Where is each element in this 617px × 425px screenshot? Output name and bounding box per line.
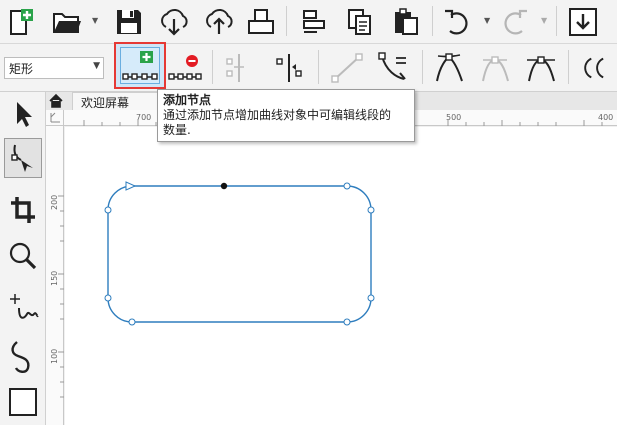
crop-tool-icon[interactable] xyxy=(4,190,42,230)
cusp-node-icon[interactable] xyxy=(432,50,466,86)
reverse-direction-icon[interactable] xyxy=(576,50,610,86)
ruler-label: 150 xyxy=(50,270,59,286)
align-icon[interactable] xyxy=(297,4,331,40)
undo-icon[interactable] xyxy=(440,4,474,40)
drawing-canvas[interactable] xyxy=(65,127,617,425)
ruler-label: 200 xyxy=(50,194,59,210)
shape-type-select[interactable]: 矩形 ▼ xyxy=(4,57,104,79)
save-icon[interactable] xyxy=(112,4,146,40)
to-curve-icon[interactable] xyxy=(376,50,410,86)
ruler-origin[interactable] xyxy=(46,110,64,126)
tooltip-body-line1: 通过添加节点增加曲线对象中可编辑线段的 xyxy=(163,108,392,122)
add-node-icon xyxy=(120,47,160,84)
vertical-ruler: 200 150 100 xyxy=(46,126,64,425)
chevron-down-icon[interactable]: ▼ xyxy=(92,16,98,25)
smooth-node-icon[interactable] xyxy=(478,50,512,86)
print-icon[interactable] xyxy=(244,4,278,40)
chevron-down-icon[interactable]: ▼ xyxy=(541,16,547,25)
ruler-label: 400 xyxy=(598,113,614,122)
add-node-button[interactable] xyxy=(114,42,166,89)
ruler-label: 700 xyxy=(136,113,152,122)
ruler-label: 500 xyxy=(446,113,462,122)
pick-tool-icon[interactable] xyxy=(4,94,42,134)
zoom-tool-icon[interactable] xyxy=(4,236,42,276)
tooltip-body-line2: 数量. xyxy=(163,123,191,137)
freehand-tool-icon[interactable] xyxy=(4,290,42,330)
delete-node-icon[interactable] xyxy=(168,50,202,86)
add-node-tooltip: 添加节点 通过添加节点增加曲线对象中可编辑线段的 数量. xyxy=(157,89,415,142)
open-folder-icon[interactable] xyxy=(50,4,84,40)
import-icon[interactable] xyxy=(157,4,191,40)
break-curve-icon[interactable] xyxy=(272,50,306,86)
home-icon[interactable] xyxy=(48,93,70,109)
shape-tool-icon[interactable] xyxy=(4,138,42,178)
paste-icon[interactable] xyxy=(389,4,423,40)
download-icon[interactable] xyxy=(566,4,600,40)
symmetric-node-icon[interactable] xyxy=(524,50,558,86)
new-document-icon[interactable] xyxy=(4,4,38,40)
standard-toolbar: ▼ ▼ ▼ xyxy=(0,0,617,44)
ruler-label: 100 xyxy=(50,348,59,364)
chevron-down-icon: ▼ xyxy=(93,61,100,71)
chevron-down-icon[interactable]: ▼ xyxy=(484,16,490,25)
tooltip-title: 添加节点 xyxy=(163,93,212,107)
tab-label: 欢迎屏幕 xyxy=(81,96,130,110)
bezier-tool-icon[interactable] xyxy=(4,336,42,376)
copy-icon[interactable] xyxy=(343,4,377,40)
join-nodes-icon[interactable] xyxy=(222,50,256,86)
toolbox xyxy=(0,92,46,425)
export-icon[interactable] xyxy=(202,4,236,40)
redo-icon[interactable] xyxy=(498,4,532,40)
shape-type-value: 矩形 xyxy=(9,62,34,76)
rectangle-tool-icon[interactable] xyxy=(4,382,42,422)
to-line-icon[interactable] xyxy=(330,50,364,86)
